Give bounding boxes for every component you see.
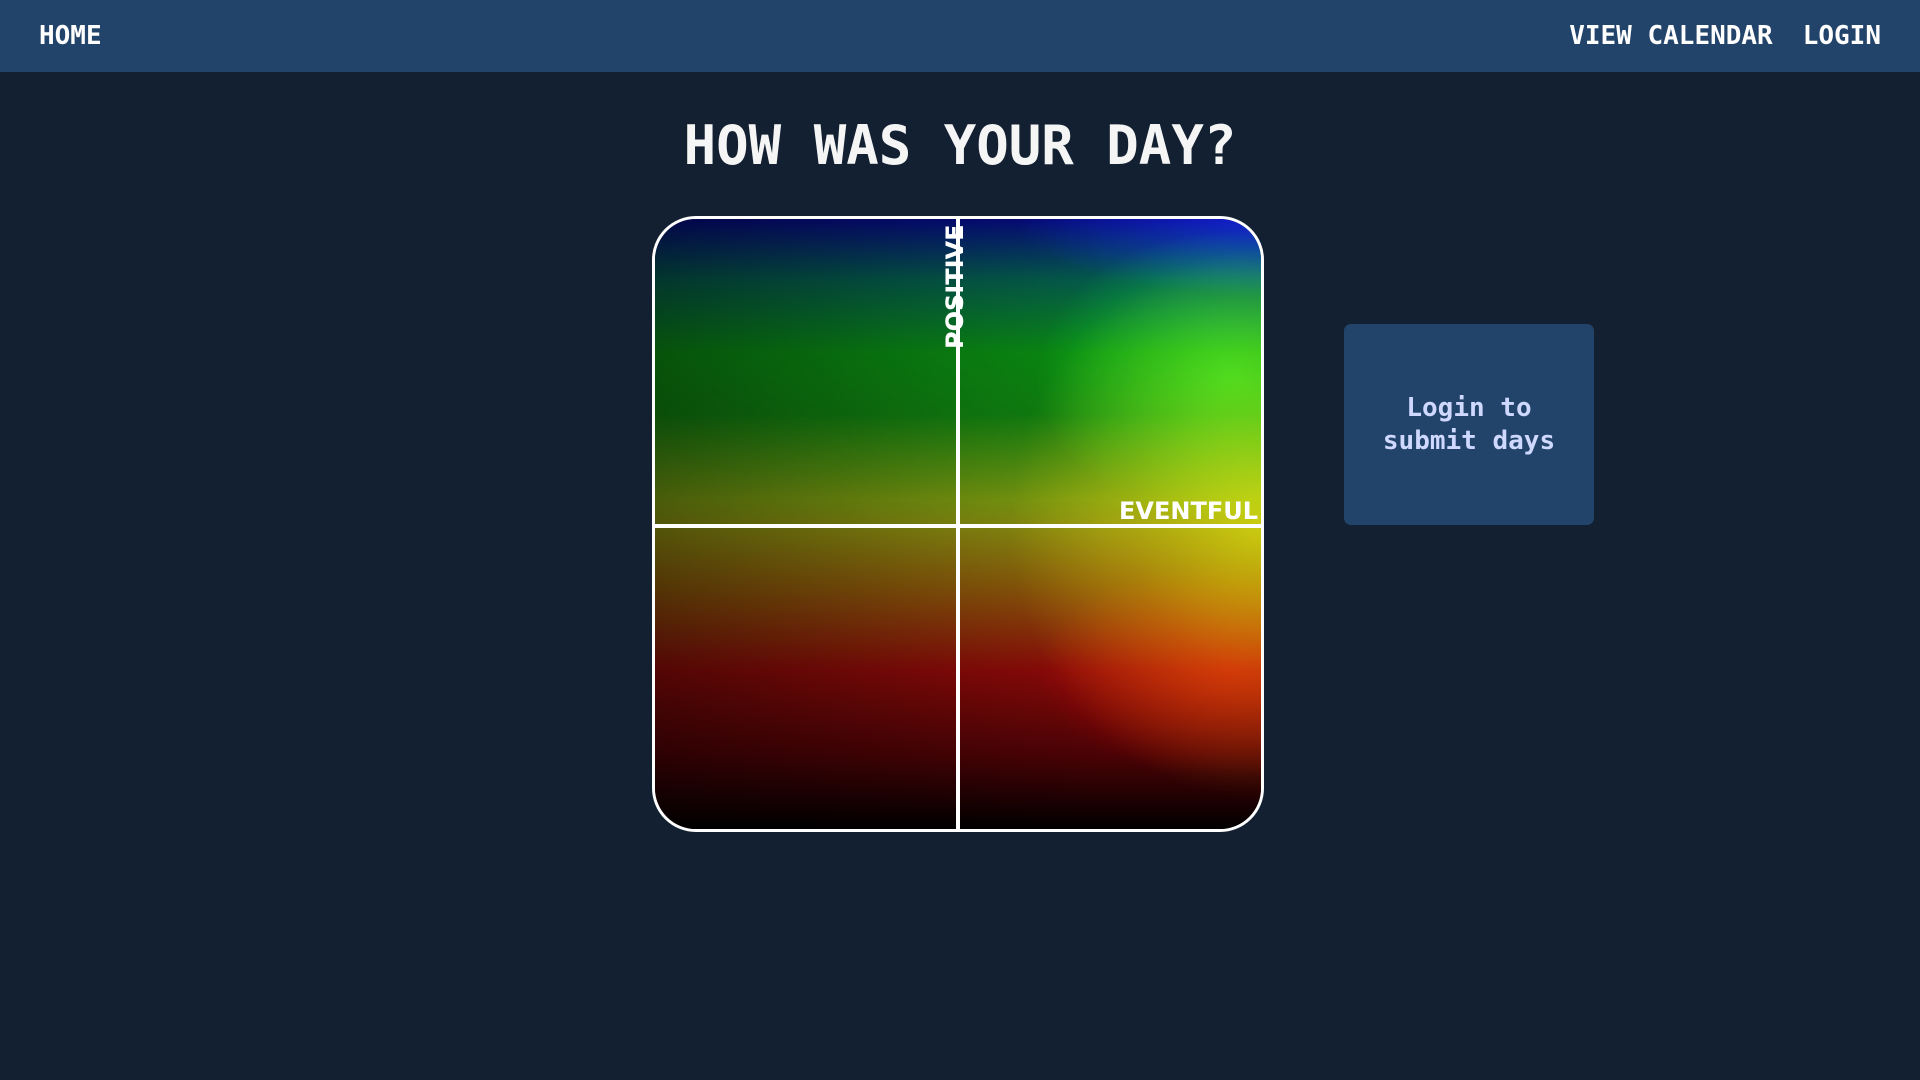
nav-right-links: VIEW CALENDAR LOGIN (1569, 0, 1881, 72)
positive-axis-label: POSITIVE (941, 224, 969, 349)
nav-login-link[interactable]: LOGIN (1803, 0, 1881, 72)
top-navbar: HOME VIEW CALENDAR LOGIN (0, 0, 1920, 72)
mood-grid[interactable]: POSITIVE EVENTFUL (652, 216, 1264, 832)
page-title: HOW WAS YOUR DAY? (683, 114, 1237, 177)
nav-view-calendar-link[interactable]: VIEW CALENDAR (1569, 0, 1773, 72)
login-prompt-card: Login to submit days (1344, 324, 1594, 525)
nav-home-link[interactable]: HOME (39, 0, 102, 72)
eventful-axis-label: EVENTFUL (1119, 497, 1258, 525)
login-prompt-text: Login to submit days (1382, 392, 1556, 456)
